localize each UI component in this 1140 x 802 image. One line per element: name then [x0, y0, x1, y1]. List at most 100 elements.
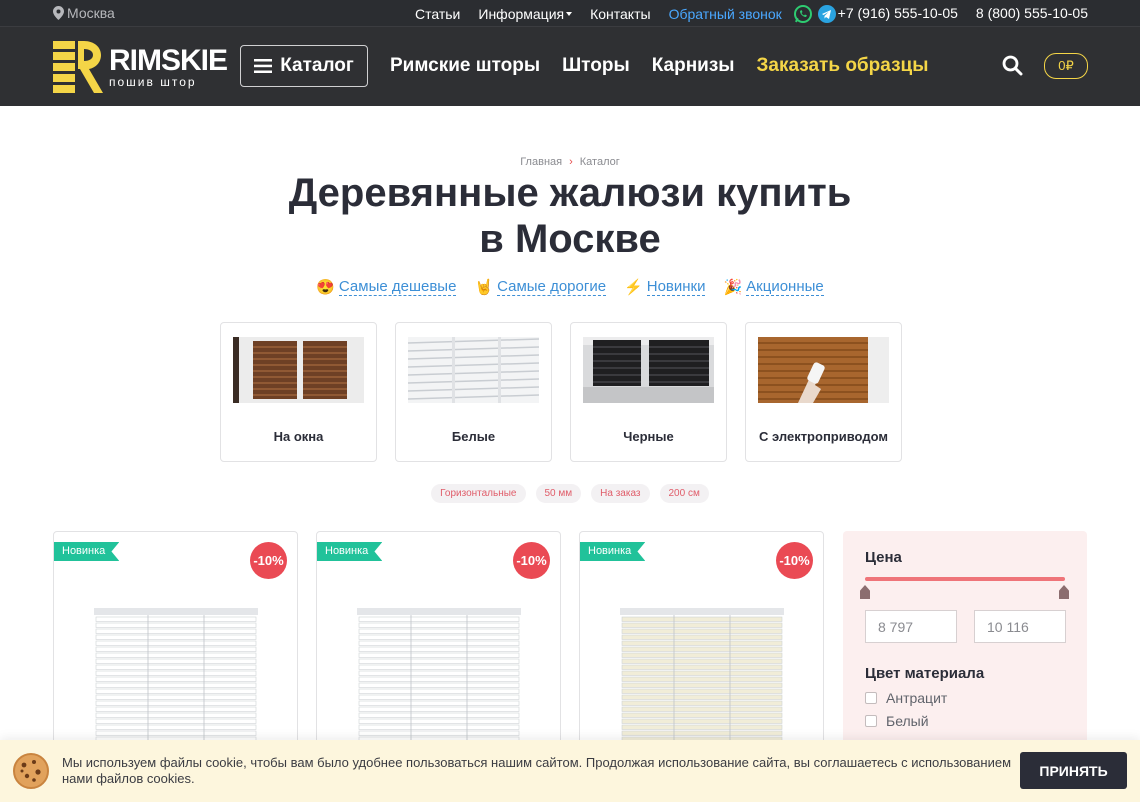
breadcrumb-home[interactable]: Главная: [520, 156, 562, 168]
heart-eyes-emoji-icon: 😍: [316, 279, 335, 296]
main-header: RIMSKIE пошив штор Каталог Римские шторы…: [0, 26, 1140, 106]
color-option-white[interactable]: Белый: [865, 713, 929, 729]
category-image-white: [408, 337, 539, 403]
whatsapp-icon[interactable]: [793, 5, 812, 23]
category-image-windows: [233, 337, 364, 403]
category-card-black[interactable]: Черные: [570, 322, 727, 462]
top-nav-articles[interactable]: Статьи: [415, 6, 460, 22]
tag-horizontal[interactable]: Горизонтальные: [431, 484, 526, 503]
tag-list: Горизонтальные 50 мм На заказ 200 см: [0, 484, 1140, 503]
color-option-label: Антрацит: [886, 690, 948, 706]
page-title: Деревянные жалюзи купить в Москве: [0, 170, 1140, 262]
site-logo[interactable]: RIMSKIE пошив штор: [53, 41, 228, 93]
discount-badge: -10%: [776, 542, 813, 579]
category-card-windows[interactable]: На окна: [220, 322, 377, 462]
checkbox[interactable]: [865, 692, 877, 704]
nav-curtains[interactable]: Шторы: [562, 55, 630, 77]
page-title-line2: в Москве: [479, 217, 661, 261]
breadcrumb: Главная › Каталог: [0, 156, 1140, 168]
filter-cheapest[interactable]: 😍 Самые дешевые: [316, 278, 457, 296]
location-pin-icon: [53, 6, 64, 20]
phones: +7 (916) 555-10-05 8 (800) 555-10-05: [838, 5, 1088, 21]
nav-cornices[interactable]: Карнизы: [652, 55, 735, 77]
cart-button[interactable]: 0₽: [1044, 53, 1088, 79]
category-image-motorized: [758, 337, 889, 403]
category-card-motorized[interactable]: С электроприводом: [745, 322, 902, 462]
product-card[interactable]: Новинка -10%: [53, 531, 298, 771]
lightning-emoji-icon: ⚡: [624, 279, 643, 296]
category-label-white: Белые: [451, 429, 496, 444]
price-heading: Цена: [865, 549, 902, 566]
breadcrumb-chevron-icon: ›: [569, 156, 573, 168]
price-max-input[interactable]: 10 116: [974, 610, 1066, 643]
new-badge: Новинка: [54, 542, 120, 561]
filter-sale[interactable]: 🎉 Акционные: [723, 278, 824, 296]
main-nav: Римские шторы Шторы Карнизы Заказать обр…: [390, 55, 928, 77]
top-nav-info-label: Информация: [478, 6, 565, 22]
product-card[interactable]: Новинка -10%: [316, 531, 561, 771]
new-badge: Новинка: [317, 542, 383, 561]
page-title-line1: Деревянные жалюзи купить: [288, 171, 852, 215]
phone-tollfree[interactable]: 8 (800) 555-10-05: [976, 5, 1088, 21]
quick-filters: 😍 Самые дешевые 🤘 Самые дорогие ⚡ Новинки 🎉…: [0, 278, 1140, 296]
filter-cheapest-label: Самые дешевые: [338, 278, 457, 296]
city-label: Москва: [67, 5, 115, 21]
messengers: [793, 5, 836, 23]
callback-link[interactable]: Обратный звонок: [669, 6, 782, 22]
party-popper-emoji-icon: 🎉: [723, 279, 743, 296]
city-selector[interactable]: Москва: [53, 5, 115, 21]
chevron-down-icon: [566, 12, 573, 16]
logo-tagline: пошив штор: [109, 75, 197, 89]
tag-50mm[interactable]: 50 мм: [535, 484, 582, 503]
top-bar: Москва Статьи Информация Контакты Обратн…: [0, 0, 1140, 26]
color-heading: Цвет материала: [865, 665, 985, 682]
price-slider-max-handle[interactable]: [1059, 585, 1069, 599]
top-nav: Статьи Информация Контакты Обратный звон…: [415, 5, 836, 23]
color-option-anthracite[interactable]: Антрацит: [865, 690, 947, 706]
product-card[interactable]: Новинка -10%: [579, 531, 824, 771]
tag-200cm[interactable]: 200 см: [659, 484, 709, 503]
category-image-black: [583, 337, 714, 403]
cookie-banner: Мы используем файлы cookie, чтобы вам бы…: [0, 740, 1140, 802]
rock-hand-emoji-icon: 🤘: [474, 279, 494, 296]
filter-sidebar: Цена 8 797 10 116 Цвет материала Антраци…: [843, 531, 1087, 771]
discount-badge: -10%: [250, 542, 287, 579]
search-icon[interactable]: [1002, 55, 1023, 76]
filter-expensive-label: Самые дорогие: [497, 278, 607, 296]
filter-expensive[interactable]: 🤘 Самые дорогие: [474, 278, 607, 296]
category-card-white[interactable]: Белые: [395, 322, 552, 462]
phone-moscow[interactable]: +7 (916) 555-10-05: [838, 5, 958, 21]
price-slider-min-handle[interactable]: [860, 585, 870, 599]
cookie-text: Мы используем файлы cookie, чтобы вам бы…: [62, 755, 1012, 786]
category-label-black: Черные: [623, 429, 674, 444]
category-cards: На окна Белые Черные С электроприводом: [220, 322, 902, 462]
catalog-button[interactable]: Каталог: [240, 45, 368, 87]
top-nav-info[interactable]: Информация: [478, 6, 573, 22]
price-min-input[interactable]: 8 797: [865, 610, 957, 643]
catalog-label: Каталог: [280, 55, 354, 76]
nav-order-samples[interactable]: Заказать образцы: [757, 55, 929, 77]
filter-new-label: Новинки: [646, 278, 706, 296]
product-image-white-blind: [94, 608, 258, 758]
product-image-white-blind: [357, 608, 521, 758]
product-image-cream-blind: [620, 608, 784, 758]
cookie-accept-button[interactable]: ПРИНЯТЬ: [1020, 752, 1127, 789]
logo-mark-icon: [53, 41, 103, 93]
top-nav-contacts[interactable]: Контакты: [590, 6, 650, 22]
logo-name: RIMSKIE: [109, 44, 228, 77]
color-option-label: Белый: [886, 713, 929, 729]
telegram-icon[interactable]: [817, 5, 836, 23]
tag-custom-order[interactable]: На заказ: [591, 484, 650, 503]
nav-roman-blinds[interactable]: Римские шторы: [390, 55, 540, 77]
discount-badge: -10%: [513, 542, 550, 579]
checkbox[interactable]: [865, 715, 877, 727]
category-label-motorized: С электроприводом: [759, 429, 888, 444]
filter-sale-label: Акционные: [746, 278, 824, 296]
cookie-icon: [13, 753, 49, 789]
price-slider-track[interactable]: [865, 577, 1065, 581]
filter-new[interactable]: ⚡ Новинки: [624, 278, 706, 296]
hamburger-icon: [254, 59, 273, 73]
category-label-windows: На окна: [273, 429, 324, 444]
breadcrumb-catalog[interactable]: Каталог: [580, 156, 620, 168]
new-badge: Новинка: [580, 542, 646, 561]
